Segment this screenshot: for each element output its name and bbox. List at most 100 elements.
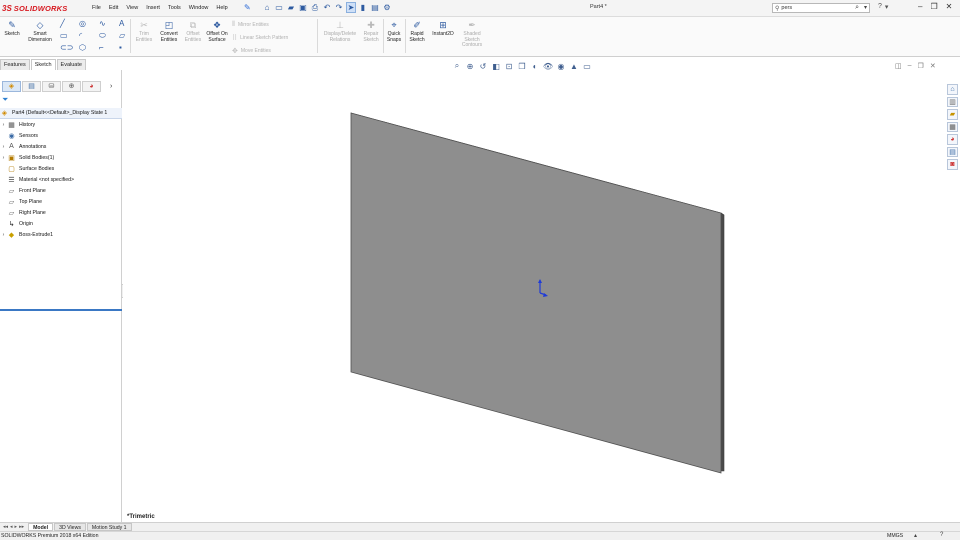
apply-scene-icon[interactable]: ▲: [569, 61, 579, 71]
polygon-icon[interactable]: ⬡: [79, 43, 86, 52]
help-dropdown-icon[interactable]: ▾: [885, 3, 889, 11]
tab-features[interactable]: Features: [0, 59, 30, 70]
previous-view-icon[interactable]: ↺: [478, 61, 488, 71]
dimxpertmanager-tab-icon[interactable]: ⊕: [62, 80, 81, 92]
move-entities-button[interactable]: ✥ Move Entities: [232, 47, 271, 55]
menu-insert[interactable]: Insert: [142, 4, 164, 13]
tree-item-right-plane[interactable]: ▱ Right Plane: [0, 207, 122, 218]
viewport-minimize-icon[interactable]: –: [908, 62, 912, 70]
text-tool-icon[interactable]: A: [119, 19, 124, 28]
search-box[interactable]: ⚲ pers ⌕ ▾: [772, 3, 870, 13]
convert-entities-button[interactable]: ◰ Convert Entities: [157, 20, 181, 43]
undo-icon[interactable]: ↶: [322, 2, 332, 13]
instant2d-button[interactable]: ⊞ Instant2D: [429, 20, 457, 38]
units-selector[interactable]: MMGS: [887, 533, 903, 539]
viewport-close-icon[interactable]: ✕: [930, 62, 936, 70]
offset-on-surface-button[interactable]: ❖ Offset On Surface: [206, 20, 228, 43]
hide-show-items-icon[interactable]: 👁: [543, 61, 553, 71]
last-tab-icon[interactable]: ▸▸: [19, 524, 24, 530]
tree-item-origin[interactable]: ↳ Origin: [0, 218, 122, 229]
ellipse-icon[interactable]: ⬭: [99, 31, 106, 41]
repair-sketch-button[interactable]: ✚ Repair Sketch: [361, 20, 381, 43]
solidworks-resources-icon[interactable]: ⌂: [947, 84, 958, 95]
options-gear-icon[interactable]: ⚙: [382, 2, 392, 13]
configurationmanager-tab-icon[interactable]: ⛁: [42, 80, 61, 92]
menu-window[interactable]: Window: [185, 4, 213, 13]
save-icon[interactable]: ▣: [298, 2, 308, 13]
rapid-sketch-button[interactable]: ✐ Rapid Sketch: [407, 20, 427, 43]
zoom-to-fit-icon[interactable]: ⌕: [452, 61, 462, 71]
arc-icon[interactable]: ◜: [79, 31, 82, 40]
tab-3d-views[interactable]: 3D Views: [54, 523, 86, 531]
graphics-area[interactable]: [123, 59, 947, 522]
section-view-icon[interactable]: ◧: [491, 61, 501, 71]
close-icon[interactable]: ✕: [946, 2, 953, 11]
featuremanager-tab-icon[interactable]: ◈: [2, 80, 21, 92]
viewport-restore-icon[interactable]: ❐: [918, 62, 924, 70]
search-dropdown-icon[interactable]: ▾: [864, 4, 867, 11]
menu-tools[interactable]: Tools: [164, 4, 185, 13]
chevron-right-icon[interactable]: ›: [110, 83, 112, 90]
print-icon[interactable]: ⎙: [310, 2, 320, 13]
design-library-icon[interactable]: ▥: [947, 96, 958, 108]
tab-model[interactable]: Model: [28, 523, 54, 531]
tree-item-top-plane[interactable]: ▱ Top Plane: [0, 196, 122, 207]
forum-icon[interactable]: ◙: [947, 159, 958, 171]
search-input[interactable]: pers: [781, 5, 792, 11]
tree-item-history[interactable]: › ▦ History: [0, 119, 122, 130]
shaded-sketch-contours-button[interactable]: ✒ Shaded Sketch Contours: [458, 20, 486, 49]
new-document-icon[interactable]: ▭: [274, 2, 284, 13]
solidworks-logo[interactable]: 3S SOLIDWORKS: [2, 3, 67, 14]
menu-file[interactable]: File: [88, 4, 105, 13]
propertymanager-tab-icon[interactable]: ▤: [22, 80, 41, 92]
zoom-to-area-icon[interactable]: ⊕: [465, 61, 475, 71]
home-icon[interactable]: ⌂: [262, 2, 272, 13]
quick-snaps-button[interactable]: ⌖ Quick Snaps: [385, 20, 403, 43]
tree-item-material[interactable]: ☰ Material <not specified>: [0, 174, 122, 185]
units-dropdown-icon[interactable]: ▴: [914, 532, 917, 539]
select-arrow-icon[interactable]: ➤: [346, 2, 356, 13]
filter-icon[interactable]: ⏷: [2, 95, 8, 105]
display-delete-relations-button[interactable]: ⊥ Display/Delete Relations: [320, 20, 360, 43]
menu-edit[interactable]: Edit: [105, 4, 122, 13]
tree-root-part[interactable]: ◈ Part4 (Default<<Default>_Display State…: [0, 108, 122, 119]
tab-motion-study-1[interactable]: Motion Study 1: [86, 523, 132, 531]
view-settings-icon[interactable]: ▭: [582, 61, 592, 71]
tree-item-solid-bodies[interactable]: › ▣ Solid Bodies(1): [0, 152, 122, 163]
next-tab-icon[interactable]: ▸: [15, 524, 18, 530]
dynamic-annotation-icon[interactable]: ⊡: [504, 61, 514, 71]
smart-dimension-button[interactable]: ◇ Smart Dimension: [24, 20, 56, 43]
viewport-split-icon[interactable]: ◫: [895, 62, 902, 70]
fillet-icon[interactable]: ⌐: [99, 43, 104, 52]
minimize-icon[interactable]: –: [918, 2, 922, 11]
circle-icon[interactable]: ◎: [79, 19, 86, 28]
rectangle-icon[interactable]: ▭: [60, 31, 68, 40]
offset-entities-button[interactable]: ⧉ Offset Entities: [182, 20, 204, 43]
tree-item-annotations[interactable]: › A Annotations: [0, 141, 122, 152]
tree-item-surface-bodies[interactable]: ▢ Surface Bodies: [0, 163, 122, 174]
restore-icon[interactable]: ❐: [930, 2, 937, 11]
help-question-icon[interactable]: ?: [878, 3, 882, 11]
tree-item-boss-extrude1[interactable]: › ◆ Boss-Extrude1: [0, 229, 122, 240]
file-properties-icon[interactable]: ▤: [370, 2, 380, 13]
status-help-icon[interactable]: ?: [940, 532, 943, 538]
slot-icon[interactable]: ⊂⊃: [60, 43, 73, 52]
view-orientation-icon[interactable]: ❒: [517, 61, 527, 71]
display-style-icon[interactable]: ◐: [530, 61, 540, 71]
spline-icon[interactable]: ∿: [99, 19, 106, 28]
pin-menu-icon[interactable]: ✎: [244, 3, 251, 12]
menu-help[interactable]: Help: [212, 4, 231, 13]
redo-icon[interactable]: ↷: [334, 2, 344, 13]
expand-icon[interactable]: ›: [0, 155, 7, 161]
menu-view[interactable]: View: [122, 4, 142, 13]
view-palette-icon[interactable]: ▦: [947, 121, 958, 133]
tree-item-sensors[interactable]: ◉ Sensors: [0, 130, 122, 141]
custom-properties-icon[interactable]: ▤: [947, 146, 958, 158]
rollback-bar[interactable]: [0, 309, 122, 311]
file-explorer-icon[interactable]: ▰: [947, 109, 958, 120]
point-icon[interactable]: ▪: [119, 43, 122, 52]
tree-item-front-plane[interactable]: ▱ Front Plane: [0, 185, 122, 196]
appearances-icon[interactable]: ◕: [947, 134, 958, 145]
mirror-entities-button[interactable]: ⫴ Mirror Entities: [232, 21, 269, 29]
open-folder-icon[interactable]: ▰: [286, 2, 296, 13]
